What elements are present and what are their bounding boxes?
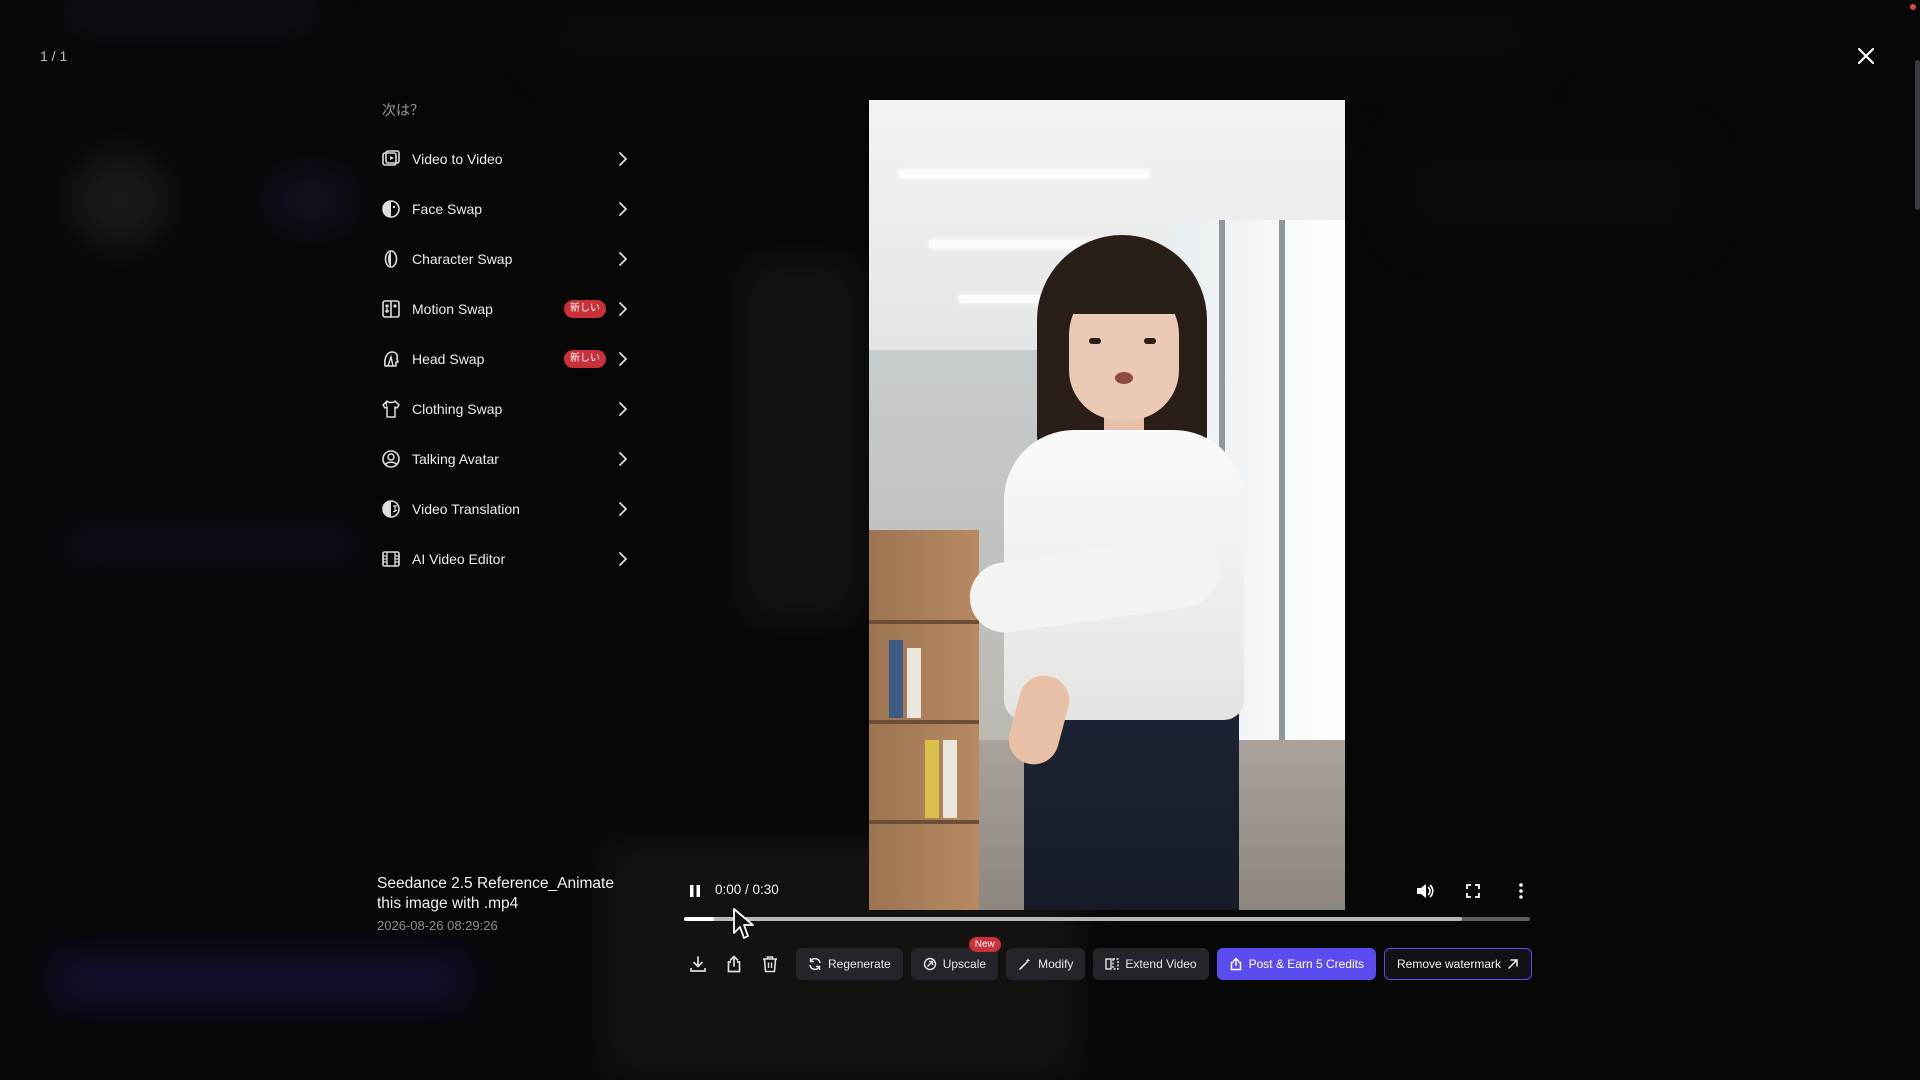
close-icon bbox=[1857, 47, 1875, 65]
chevron-right-icon bbox=[616, 252, 630, 266]
video-scene-shelf bbox=[869, 530, 979, 910]
pause-button[interactable] bbox=[682, 878, 708, 904]
menu-item-video-translation[interactable]: Video Translation bbox=[380, 484, 630, 534]
menu-item-label: Head Swap bbox=[412, 351, 485, 367]
download-button[interactable] bbox=[680, 947, 716, 981]
share-icon bbox=[1229, 957, 1243, 971]
volume-icon bbox=[1416, 883, 1434, 899]
chevron-right-icon bbox=[616, 402, 630, 416]
video-player[interactable] bbox=[869, 100, 1345, 910]
progress-bar[interactable] bbox=[684, 917, 1530, 921]
menu-item-label: Face Swap bbox=[412, 201, 483, 217]
chevron-right-icon bbox=[616, 202, 630, 216]
share-button[interactable] bbox=[716, 947, 752, 981]
progress-buffered bbox=[684, 917, 1463, 921]
chevron-right-icon bbox=[616, 502, 630, 516]
video-translation-icon bbox=[380, 498, 402, 520]
new-badge: New bbox=[968, 937, 1001, 952]
video-scene-eye bbox=[1144, 338, 1156, 344]
notification-dot bbox=[1910, 4, 1916, 10]
download-icon bbox=[689, 955, 707, 973]
video-meta: Seedance 2.5 Reference_Animate this imag… bbox=[377, 874, 642, 933]
regenerate-button[interactable]: Regenerate bbox=[796, 948, 903, 980]
extend-video-label: Extend Video bbox=[1125, 957, 1197, 971]
extend-icon bbox=[1105, 957, 1120, 971]
video-viewer-overlay: 1 / 1 次は？ Video to Video Face Swap Chara bbox=[0, 0, 1920, 1080]
video-title: Seedance 2.5 Reference_Animate this imag… bbox=[377, 875, 614, 912]
menu-item-ai-video-editor[interactable]: AI Video Editor bbox=[380, 534, 630, 584]
next-menu: Video to Video Face Swap Character Swap … bbox=[380, 134, 630, 584]
video-scene-mouth bbox=[1115, 372, 1133, 384]
chevron-right-icon bbox=[616, 452, 630, 466]
clothing-swap-icon bbox=[380, 398, 402, 420]
close-button[interactable] bbox=[1852, 42, 1880, 70]
menu-item-label: Video to Video bbox=[412, 151, 503, 167]
fullscreen-button[interactable] bbox=[1460, 878, 1486, 904]
new-badge: 新しい bbox=[564, 300, 606, 318]
volume-button[interactable] bbox=[1412, 878, 1438, 904]
remove-watermark-button[interactable]: Remove watermark bbox=[1383, 948, 1533, 980]
menu-item-label: Character Swap bbox=[412, 251, 513, 267]
pause-icon bbox=[689, 884, 701, 898]
chevron-right-icon bbox=[616, 552, 630, 566]
progress-played bbox=[684, 917, 714, 921]
upscale-icon bbox=[923, 957, 937, 971]
menu-item-video-to-video[interactable]: Video to Video bbox=[380, 134, 630, 184]
talking-avatar-icon bbox=[380, 448, 402, 470]
more-vertical-icon bbox=[1519, 883, 1523, 899]
extend-video-button[interactable]: Extend Video bbox=[1093, 948, 1209, 980]
video-scene-person-bangs bbox=[1065, 268, 1183, 314]
chevron-right-icon bbox=[616, 152, 630, 166]
character-swap-icon bbox=[380, 248, 402, 270]
fullscreen-icon bbox=[1466, 884, 1480, 898]
video-to-video-icon bbox=[380, 148, 402, 170]
page-scrollbar[interactable] bbox=[1915, 60, 1920, 210]
menu-item-clothing-swap[interactable]: Clothing Swap bbox=[380, 384, 630, 434]
menu-item-talking-avatar[interactable]: Talking Avatar bbox=[380, 434, 630, 484]
trash-icon bbox=[761, 955, 779, 973]
menu-item-label: Motion Swap bbox=[412, 301, 493, 317]
new-badge: 新しい bbox=[564, 350, 606, 368]
menu-item-face-swap[interactable]: Face Swap bbox=[380, 184, 630, 234]
playback-time: 0:00 / 0:30 bbox=[715, 882, 779, 897]
video-date: 2026-08-26 08:29:26 bbox=[377, 918, 498, 933]
remove-watermark-label: Remove watermark bbox=[1396, 957, 1502, 971]
ai-video-editor-icon bbox=[380, 548, 402, 570]
upscale-button[interactable]: New Upscale bbox=[910, 937, 1001, 980]
action-bar: Regenerate New Upscale Modify Extend Vid… bbox=[680, 937, 1533, 981]
post-and-earn-label: Post & Earn 5 Credits bbox=[1248, 957, 1364, 971]
menu-item-head-swap[interactable]: Head Swap 新しい bbox=[380, 334, 630, 384]
mouse-cursor-icon bbox=[732, 907, 756, 941]
video-scene-light bbox=[899, 170, 1149, 178]
head-swap-icon bbox=[380, 348, 402, 370]
media-counter: 1 / 1 bbox=[40, 48, 68, 64]
menu-item-character-swap[interactable]: Character Swap bbox=[380, 234, 630, 284]
menu-item-label: Video Translation bbox=[412, 501, 520, 517]
share-icon bbox=[725, 955, 743, 973]
modify-button[interactable]: Modify bbox=[1006, 948, 1086, 980]
more-options-button[interactable] bbox=[1508, 878, 1534, 904]
video-scene-mullion bbox=[1279, 220, 1285, 740]
chevron-right-icon bbox=[616, 302, 630, 316]
next-menu-title: 次は？ bbox=[382, 102, 424, 118]
menu-item-label: Talking Avatar bbox=[412, 451, 499, 467]
refresh-icon bbox=[808, 957, 822, 971]
motion-swap-icon bbox=[380, 298, 402, 320]
video-scene-eye bbox=[1089, 338, 1101, 344]
chevron-right-icon bbox=[616, 352, 630, 366]
external-arrow-icon bbox=[1507, 958, 1519, 970]
menu-item-motion-swap[interactable]: Motion Swap 新しい bbox=[380, 284, 630, 334]
modify-label: Modify bbox=[1038, 957, 1074, 971]
regenerate-label: Regenerate bbox=[828, 957, 891, 971]
delete-button[interactable] bbox=[752, 947, 788, 981]
magic-wand-icon bbox=[1018, 957, 1032, 971]
upscale-label: Upscale bbox=[942, 957, 987, 971]
face-swap-icon bbox=[380, 198, 402, 220]
post-and-earn-button[interactable]: Post & Earn 5 Credits bbox=[1216, 948, 1376, 980]
player-controls: 0:00 / 0:30 bbox=[666, 870, 1546, 940]
menu-item-label: AI Video Editor bbox=[412, 551, 506, 567]
menu-item-label: Clothing Swap bbox=[412, 401, 503, 417]
